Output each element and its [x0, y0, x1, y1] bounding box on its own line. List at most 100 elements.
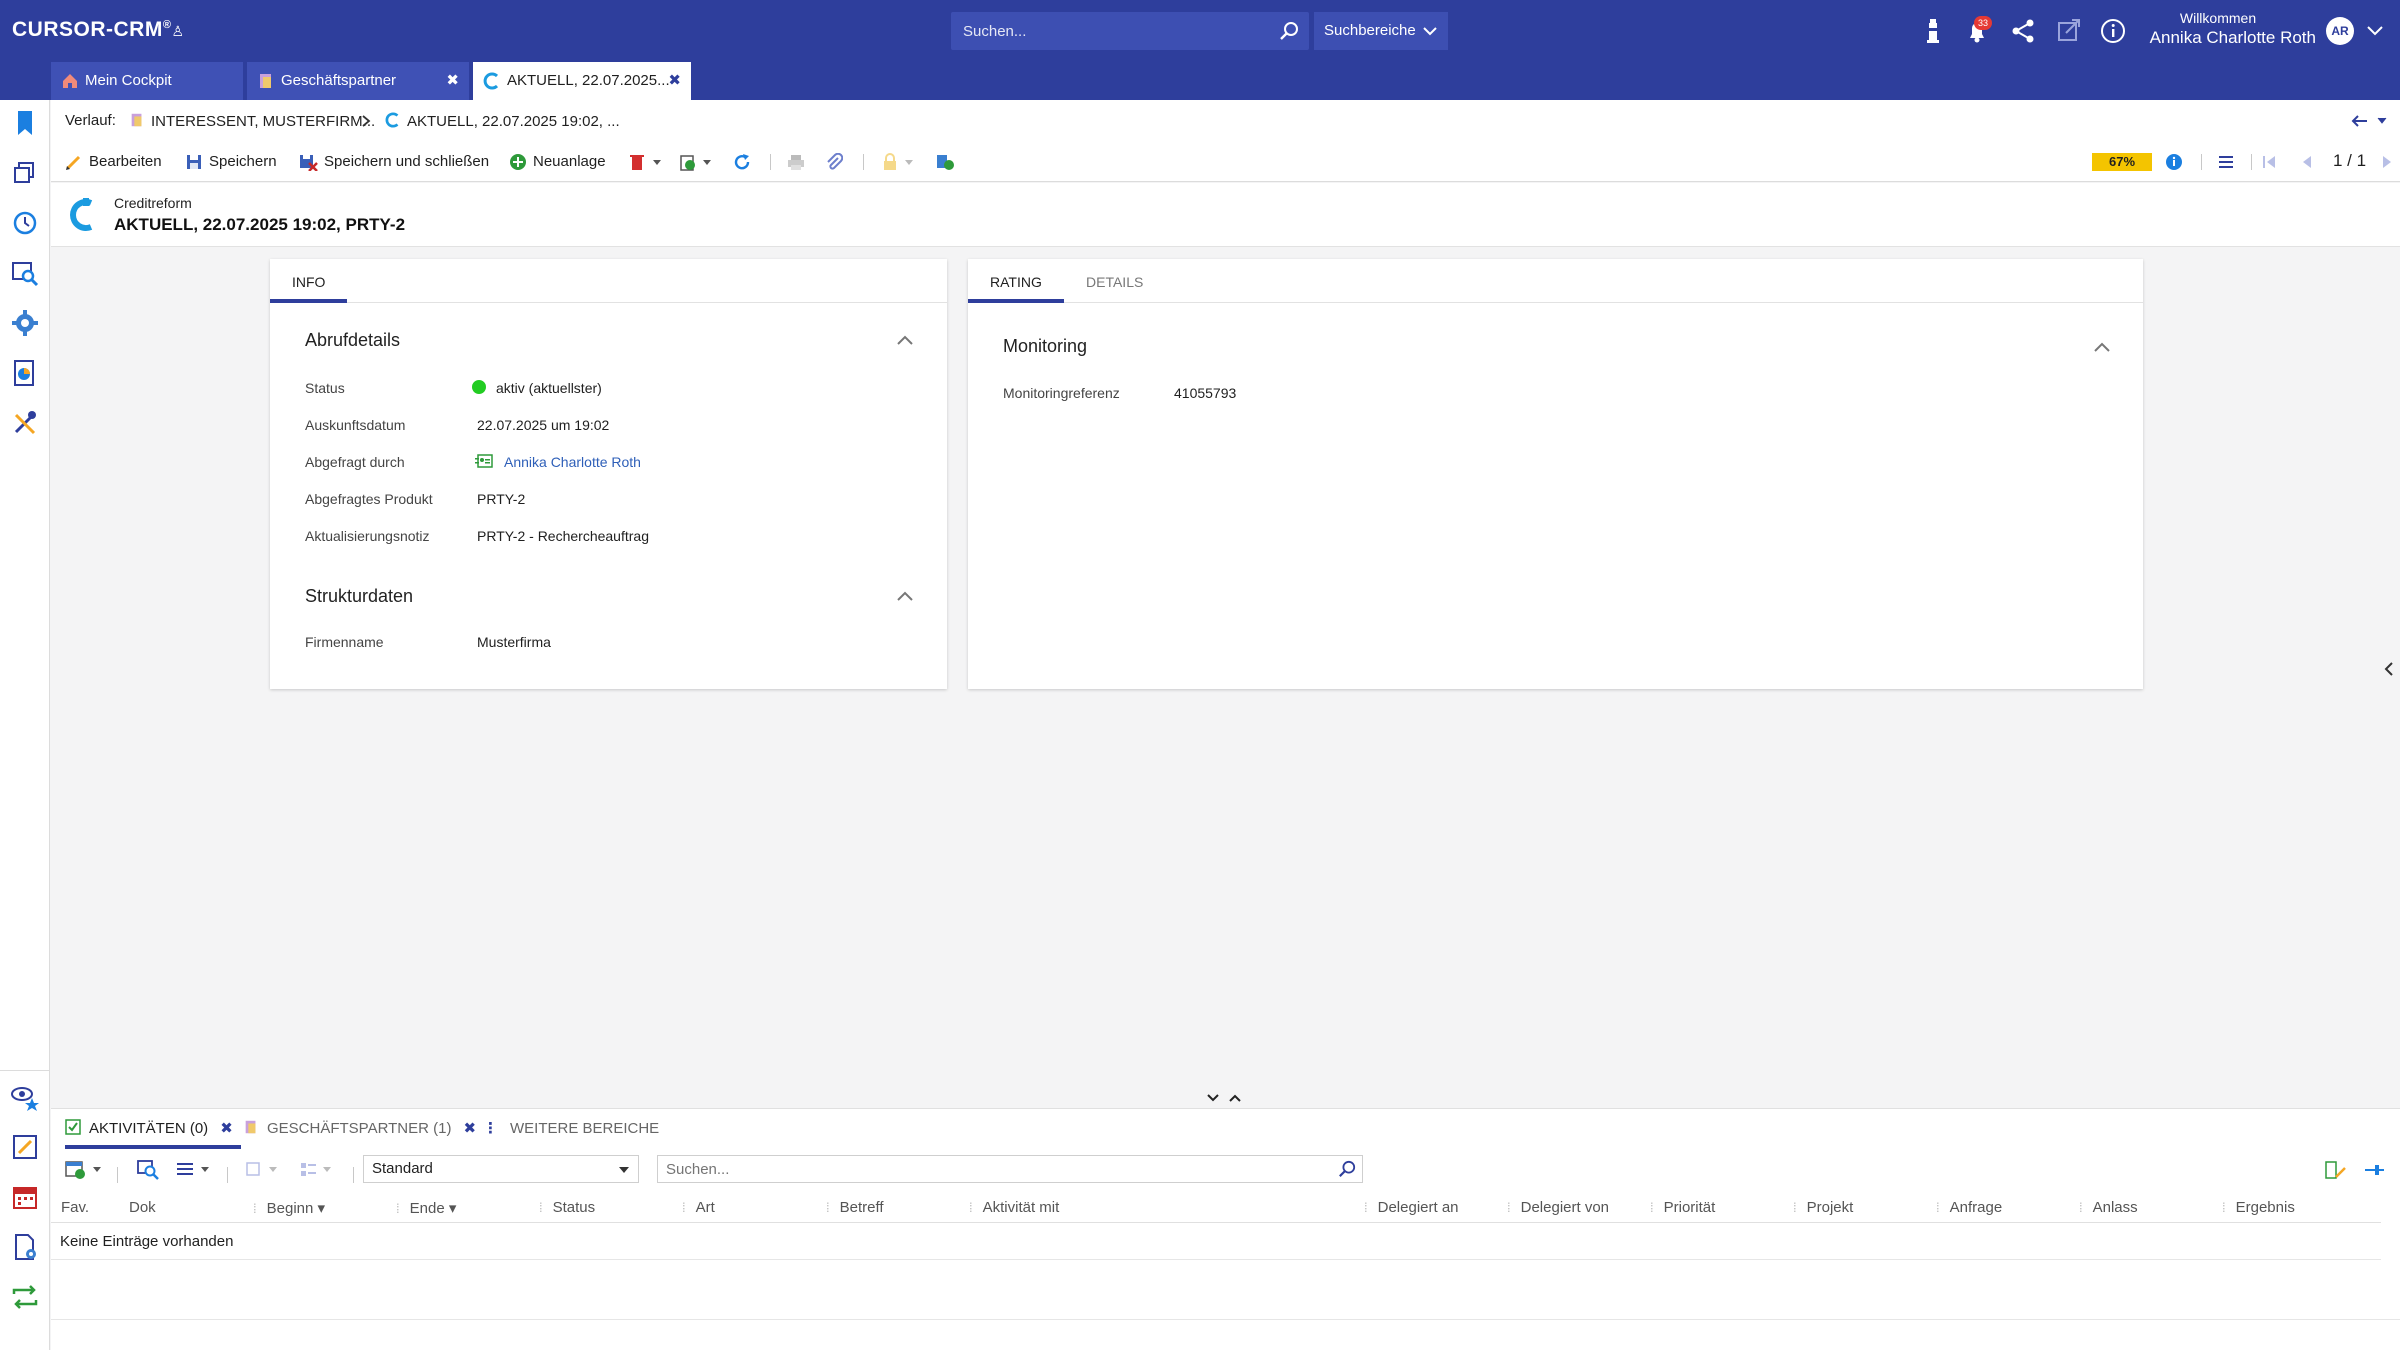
copy-record-icon[interactable]	[679, 153, 715, 171]
close-icon[interactable]: ✖	[668, 62, 681, 100]
history-icon[interactable]	[10, 208, 40, 238]
lock-icon[interactable]	[881, 153, 917, 171]
column-header[interactable]: Dok	[129, 1199, 156, 1216]
tab-activities[interactable]: AKTIVITÄTEN (0) ✖	[65, 1109, 241, 1149]
gear-icon[interactable]	[10, 308, 40, 338]
column-header[interactable]: ⁞ Betreff	[826, 1199, 884, 1216]
chevron-up-icon[interactable]	[895, 589, 915, 603]
activity-search[interactable]	[657, 1155, 1363, 1183]
collapse-right-panel-icon[interactable]	[2383, 660, 2395, 678]
user-welcome[interactable]: Willkommen Annika Charlotte Roth	[2120, 10, 2316, 48]
column-header[interactable]: ⁞ Projekt	[1793, 1199, 1853, 1216]
windows-icon[interactable]	[10, 158, 40, 188]
search-records-icon[interactable]	[135, 1155, 161, 1183]
column-header[interactable]: ⁞ Status	[539, 1199, 595, 1216]
close-icon[interactable]: ✖	[446, 62, 459, 100]
app-logo[interactable]: CURSOR-CRM®♙	[12, 18, 185, 42]
column-header[interactable]: ⁞ Anlass	[2079, 1199, 2138, 1216]
search-icon[interactable]	[1338, 1160, 1356, 1178]
attachment-icon[interactable]	[825, 153, 843, 171]
column-header[interactable]: ⁞ Delegiert an	[1364, 1199, 1459, 1216]
column-header[interactable]: ⁞ Anfrage	[1936, 1199, 2002, 1216]
column-header[interactable]: ⁞ Ergebnis	[2222, 1199, 2295, 1216]
status-indicator	[472, 380, 486, 394]
info-icon[interactable]	[2165, 153, 2183, 171]
column-settings-icon[interactable]	[2323, 1159, 2347, 1181]
save-close-button[interactable]: Speichern und schließen	[298, 151, 489, 173]
chevron-up-icon[interactable]	[2092, 340, 2112, 354]
section-title-abrufdetails: Abrufdetails	[305, 330, 401, 350]
breadcrumb-item-business-partner[interactable]: INTERESSENT, MUSTERFIRM...	[129, 112, 375, 130]
copy-disabled-icon[interactable]	[243, 1155, 287, 1183]
note-edit-icon[interactable]	[10, 1132, 40, 1162]
tab-business-partners[interactable]: GESCHÄFTSPARTNER (1) ✖	[243, 1109, 476, 1149]
document-tabs: Mein Cockpit Geschäftspartner ✖ AKTUELL,…	[0, 62, 2400, 100]
print-icon[interactable]	[787, 153, 805, 171]
search-scope-label: Suchbereiche	[1324, 22, 1416, 39]
search-records-icon[interactable]	[10, 258, 40, 288]
more-vertical-icon: ⋮	[483, 1120, 498, 1137]
edit-button[interactable]: Bearbeiten	[65, 151, 162, 173]
list-icon[interactable]	[2217, 153, 2235, 171]
new-record-button[interactable]: Neuanlage	[509, 151, 606, 173]
column-header[interactable]: Fav.	[61, 1199, 89, 1216]
document-settings-icon[interactable]	[10, 1232, 40, 1262]
column-header[interactable]: ⁞ Aktivität mit	[969, 1199, 1059, 1216]
previous-page-icon[interactable]	[2299, 154, 2315, 170]
column-header[interactable]: ⁞ Art	[682, 1199, 715, 1216]
group-disabled-icon[interactable]	[297, 1155, 341, 1183]
chevron-up-icon[interactable]	[895, 333, 915, 347]
close-icon[interactable]: ✖	[463, 1120, 476, 1137]
share-icon[interactable]	[2008, 16, 2038, 46]
tools-icon[interactable]	[10, 408, 40, 438]
next-page-icon[interactable]	[2379, 154, 2395, 170]
view-select[interactable]: Standard	[363, 1155, 639, 1183]
monitoring-reference-value: 41055793	[1174, 385, 1237, 401]
search-scope-dropdown[interactable]: Suchbereiche	[1314, 12, 1448, 50]
save-button[interactable]: Speichern	[185, 151, 277, 173]
empty-table-message: Keine Einträge vorhanden	[60, 1233, 234, 1250]
assign-partner-icon[interactable]	[935, 153, 955, 171]
global-search[interactable]	[951, 12, 1309, 50]
search-icon[interactable]	[1279, 21, 1299, 41]
refresh-icon[interactable]	[733, 153, 751, 171]
requested-by-link[interactable]: Annika Charlotte Roth	[504, 454, 641, 470]
global-search-input[interactable]	[951, 12, 1261, 50]
add-activity-icon[interactable]	[63, 1155, 107, 1183]
column-header[interactable]: ⁞ Ende ▾	[396, 1199, 456, 1217]
chevron-right-icon	[362, 115, 371, 127]
activity-search-input[interactable]	[658, 1156, 1318, 1182]
chevron-down-icon[interactable]	[2366, 23, 2384, 39]
first-page-icon[interactable]	[2261, 154, 2277, 170]
column-header[interactable]: ⁞ Delegiert von	[1507, 1199, 1609, 1216]
tab-info[interactable]: INFO	[270, 259, 348, 303]
watch-favorites-icon[interactable]	[10, 1082, 40, 1112]
tab-rating[interactable]: RATING	[968, 259, 1064, 303]
back-arrow-icon[interactable]	[2351, 114, 2391, 128]
column-header[interactable]: ⁞ Beginn ▾	[253, 1199, 325, 1217]
lighthouse-icon[interactable]	[1918, 16, 1948, 46]
report-chart-icon[interactable]	[10, 358, 40, 388]
delete-icon[interactable]	[629, 153, 663, 171]
pin-icon[interactable]	[2363, 1161, 2385, 1179]
home-icon	[63, 74, 77, 88]
field-label: Auskunftsdatum	[305, 417, 406, 433]
external-link-icon[interactable]	[2054, 16, 2084, 46]
calendar-icon[interactable]	[10, 1182, 40, 1212]
avatar[interactable]: AR	[2326, 17, 2354, 45]
splitter-toggle-icon[interactable]	[1204, 1090, 1244, 1106]
close-icon[interactable]: ✖	[220, 1120, 233, 1137]
rating-panel-tabs: RATING DETAILS	[968, 259, 2143, 303]
tab-more-areas[interactable]: ⋮ WEITERE BEREICHE	[483, 1109, 659, 1149]
tab-details[interactable]: DETAILS	[1064, 259, 1165, 303]
bookmark-icon[interactable]	[10, 108, 40, 138]
tab-creditreform-record[interactable]: AKTUELL, 22.07.2025... ✖	[473, 62, 691, 100]
new-record-label: Neuanlage	[533, 153, 606, 170]
list-options-icon[interactable]	[175, 1155, 215, 1183]
breadcrumb-item-record[interactable]: AKTUELL, 22.07.2025 19:02, ...	[385, 112, 620, 130]
tab-geschaeftspartner[interactable]: Geschäftspartner ✖	[247, 62, 469, 100]
tab-mein-cockpit[interactable]: Mein Cockpit	[51, 62, 243, 100]
column-header[interactable]: ⁞ Priorität	[1650, 1199, 1715, 1216]
field-label: Abgefragt durch	[305, 454, 405, 470]
sync-icon[interactable]	[10, 1282, 40, 1312]
